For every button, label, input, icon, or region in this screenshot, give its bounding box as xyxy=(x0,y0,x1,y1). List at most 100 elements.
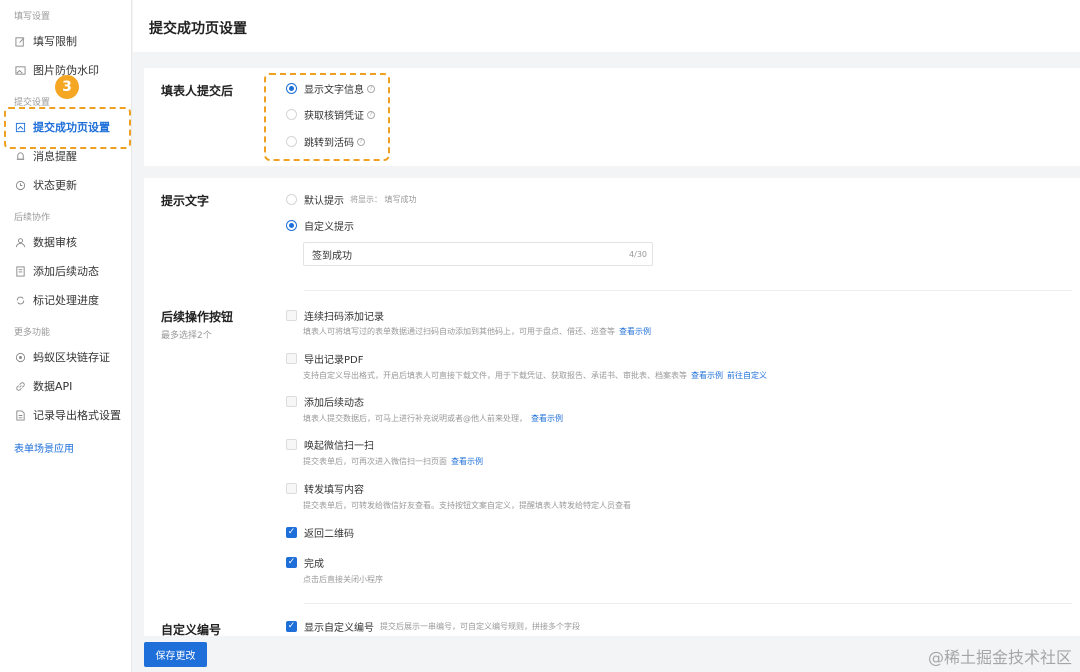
radio-circle[interactable] xyxy=(286,136,297,147)
radio-circle[interactable] xyxy=(286,109,297,120)
save-button[interactable]: 保存更改 xyxy=(144,642,207,667)
export-pdf-desc: 支持自定义导出格式，开启后填表人可直接下载文件，用于下载凭证、获取报告、承诺书、… xyxy=(303,370,767,381)
checkbox-continuous-scan[interactable]: 连续扫码添加记录 xyxy=(286,308,384,323)
sidebar-item-label: 数据API xyxy=(33,380,73,393)
checkbox-add-dynamic[interactable]: 添加后续动态 xyxy=(286,394,364,409)
option-label: 显示文字信息 xyxy=(304,85,364,96)
go-customize-link[interactable]: 前往自定义 xyxy=(727,371,767,380)
sidebar-item-label: 数据审核 xyxy=(33,236,77,249)
continuous-scan-desc: 填表人可将填写过的表单数据通过扫码自动添加到其他码上，可用于盘点、借还、巡查等查… xyxy=(303,326,651,337)
help-icon[interactable]: ? xyxy=(357,137,365,146)
sidebar-item-followup-dynamic[interactable]: 添加后续动态 xyxy=(14,260,131,282)
desc-text: 点击后直接关闭小程序 xyxy=(303,575,383,584)
page-icon xyxy=(14,121,26,133)
checkbox-finish[interactable]: ✓ 完成 xyxy=(286,555,324,570)
document-icon xyxy=(14,265,26,277)
help-icon[interactable]: ? xyxy=(367,110,375,119)
option-label: 自定义提示 xyxy=(304,222,354,233)
sidebar-item-label: 蚂蚁区块链存证 xyxy=(33,351,110,364)
after-submit-label: 填表人提交后 xyxy=(161,84,234,98)
followup-buttons-sub: 最多选择2个 xyxy=(161,331,212,341)
checkbox-box[interactable]: ✓ xyxy=(286,621,297,632)
option-label: 获取核销凭证 xyxy=(304,111,364,122)
option-label: 导出记录PDF xyxy=(304,355,364,366)
sidebar-item-label: 消息提醒 xyxy=(33,150,77,163)
page-title: 提交成功页设置 xyxy=(149,21,247,37)
radio-show-text[interactable]: 显示文字信息 ? xyxy=(286,81,375,96)
sidebar-group-more: 更多功能 xyxy=(14,328,51,338)
sidebar-item-status[interactable]: 状态更新 xyxy=(14,174,131,196)
link-icon xyxy=(14,380,26,392)
sidebar-item-label: 提交成功页设置 xyxy=(33,121,110,134)
radio-circle[interactable] xyxy=(286,194,297,205)
divider xyxy=(304,290,1072,291)
view-example-link[interactable]: 查看示例 xyxy=(451,457,483,466)
sidebar-item-review[interactable]: 数据审核 xyxy=(14,231,131,253)
checkbox-box[interactable] xyxy=(286,310,297,321)
checkbox-wechat-scan[interactable]: 唤起微信扫一扫 xyxy=(286,437,374,452)
option-label: 显示自定义编号 xyxy=(304,623,374,634)
clock-icon xyxy=(14,179,26,191)
sidebar-item-message[interactable]: 消息提醒 xyxy=(14,145,131,167)
followup-buttons-label: 后续操作按钮 xyxy=(161,310,234,324)
step-badge: 3 xyxy=(55,75,79,99)
radio-custom-tip[interactable]: 自定义提示 xyxy=(286,218,354,233)
sidebar-group-followup: 后续协作 xyxy=(14,213,51,223)
desc-text: 填表人提交数据后，可马上进行补充说明或者@他人前来处理， xyxy=(303,414,527,423)
checkbox-box[interactable]: ✓ xyxy=(286,527,297,538)
finish-desc: 点击后直接关闭小程序 xyxy=(303,574,383,585)
checkbox-box[interactable] xyxy=(286,439,297,450)
view-example-link[interactable]: 查看示例 xyxy=(531,414,563,423)
forward-content-desc: 提交表单后，可转发给微信好友查看。支持按钮文案自定义，提醒填表人转发给特定人员查… xyxy=(303,500,631,511)
sidebar-item-limit[interactable]: 填写限制 xyxy=(14,30,131,52)
checkbox-box[interactable] xyxy=(286,353,297,364)
checkbox-box[interactable] xyxy=(286,396,297,407)
sidebar-item-blockchain[interactable]: 蚂蚁区块链存证 xyxy=(14,346,131,368)
radio-default-tip[interactable]: 默认提示 将显示： 填写成功 xyxy=(286,192,417,207)
blockchain-icon xyxy=(14,351,26,363)
checkbox-return-qrcode[interactable]: ✓ 返回二维码 xyxy=(286,525,354,540)
add-dynamic-desc: 填表人提交数据后，可马上进行补充说明或者@他人前来处理， 查看示例 xyxy=(303,413,563,424)
desc-text: 填表人可将填写过的表单数据通过扫码自动添加到其他码上，可用于盘点、借还、巡查等 xyxy=(303,327,615,336)
custom-number-hint: 提交后展示一串编号，可自定义编号规则，拼接多个字段 xyxy=(380,622,580,631)
option-label: 默认提示 xyxy=(304,196,344,207)
char-counter: 4/30 xyxy=(629,249,647,259)
sidebar-item-export-format[interactable]: 记录导出格式设置 xyxy=(14,404,131,426)
radio-verification-voucher[interactable]: 获取核销凭证 ? xyxy=(286,107,375,122)
help-icon[interactable]: ? xyxy=(367,84,375,93)
checkbox-forward-content[interactable]: 转发填写内容 xyxy=(286,481,364,496)
custom-tip-value: 签到成功 xyxy=(312,250,352,262)
checkbox-box[interactable]: ✓ xyxy=(286,557,297,568)
desc-text: 提交表单后，可再次进入微信扫一扫页面 xyxy=(303,457,447,466)
custom-tip-input[interactable]: 签到成功 4/30 xyxy=(303,242,653,266)
desc-text: 提交表单后，可转发给微信好友查看。支持按钮文案自定义，提醒填表人转发给特定人员查… xyxy=(303,501,631,510)
divider xyxy=(304,603,1072,604)
sidebar-link-scenarios[interactable]: 表单场景应用 xyxy=(14,440,74,455)
sidebar: 填写设置 填写限制 图片防伪水印 提交设置 3 提交成功页设置 消息提醒 状态更… xyxy=(0,0,132,672)
option-label: 转发填写内容 xyxy=(304,485,364,496)
checkbox-export-pdf[interactable]: 导出记录PDF xyxy=(286,351,363,366)
bell-icon xyxy=(14,150,26,162)
sidebar-item-label: 记录导出格式设置 xyxy=(33,409,121,422)
checkbox-box[interactable] xyxy=(286,483,297,494)
sidebar-item-api[interactable]: 数据API xyxy=(14,375,131,397)
sidebar-item-label: 添加后续动态 xyxy=(33,265,99,278)
option-label: 连续扫码添加记录 xyxy=(304,312,384,323)
sidebar-item-success-page[interactable]: 提交成功页设置 xyxy=(14,116,131,138)
option-label: 返回二维码 xyxy=(304,529,354,540)
watermark: @稀土掘金技术社区 xyxy=(927,648,1072,667)
checkbox-custom-number[interactable]: ✓ 显示自定义编号 提交后展示一串编号，可自定义编号规则，拼接多个字段 xyxy=(286,619,580,634)
option-label: 唤起微信扫一扫 xyxy=(304,441,374,452)
view-example-link[interactable]: 查看示例 xyxy=(619,327,651,336)
wechat-scan-desc: 提交表单后，可再次进入微信扫一扫页面 查看示例 xyxy=(303,456,483,467)
file-icon xyxy=(14,409,26,421)
sidebar-group-submit: 提交设置 xyxy=(14,98,51,108)
default-tip-hint: 将显示： 填写成功 xyxy=(350,195,417,204)
radio-jump-live-code[interactable]: 跳转到活码 ? xyxy=(286,134,365,149)
radio-circle[interactable] xyxy=(286,220,297,231)
view-example-link[interactable]: 查看示例 xyxy=(691,371,723,380)
image-icon xyxy=(14,64,26,76)
option-label: 完成 xyxy=(304,559,324,570)
radio-circle[interactable] xyxy=(286,83,297,94)
sidebar-item-progress[interactable]: 标记处理进度 xyxy=(14,289,131,311)
